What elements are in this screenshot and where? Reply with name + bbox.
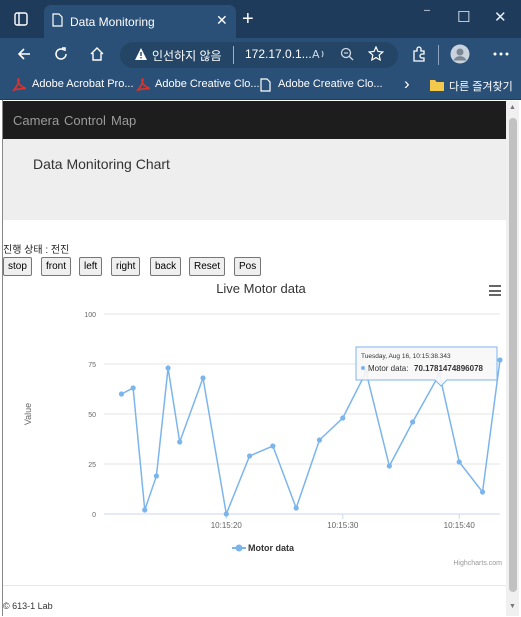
x-tick-label: 10:15:40 [444, 521, 476, 530]
stop-button[interactable]: stop [3, 257, 32, 276]
right-button[interactable]: right [111, 257, 141, 276]
y-tick-label: 0 [92, 512, 96, 519]
toolbar-separator [438, 45, 439, 65]
data-point[interactable] [142, 507, 148, 513]
bookmarks-other-folder[interactable]: 다른 즐겨찾기 [449, 78, 513, 94]
new-tab-button[interactable]: + [242, 8, 254, 31]
page-icon [52, 13, 63, 27]
tooltip: Tuesday, Aug 16, 10:15:38.343 Motor data:… [355, 346, 498, 387]
data-point[interactable] [270, 443, 276, 449]
data-point[interactable] [177, 439, 183, 445]
chart-title: Live Motor data [216, 281, 306, 296]
tooltip-date: Tuesday, Aug 16, 10:15:38.343 [361, 353, 451, 360]
pos-button[interactable]: Pos [234, 257, 262, 276]
tab-actions-icon[interactable] [14, 12, 28, 26]
data-point[interactable] [130, 385, 136, 391]
grid-layer: 0 25 50 75 100 10:15:20 10:15:30 10:15:40 [84, 312, 500, 530]
data-point[interactable] [497, 357, 503, 363]
status-text: 진행 상태 : 전진 [3, 245, 70, 256]
chart-menu-icon[interactable] [489, 285, 501, 296]
front-button[interactable]: front [41, 257, 72, 276]
tooltip-marker [361, 366, 365, 370]
scroll-up-arrow[interactable]: ▲ [509, 104, 516, 111]
zoom-icon[interactable] [340, 47, 354, 61]
tab-title: Data Monitoring [70, 15, 155, 29]
data-point[interactable] [456, 459, 462, 465]
read-aloud-icon[interactable]: A [312, 47, 326, 61]
data-point[interactable] [386, 463, 392, 469]
left-button[interactable]: left [79, 257, 103, 276]
url-text[interactable]: 172.17.0.1... [245, 47, 312, 61]
data-point[interactable] [293, 505, 299, 511]
reset-button[interactable]: Reset [189, 257, 226, 276]
data-point[interactable] [223, 511, 229, 517]
tooltip-box [355, 346, 498, 387]
tooltip-value: 70.1781474896078 [414, 364, 484, 373]
y-axis-label: Value [23, 403, 33, 425]
legend-marker [235, 544, 243, 552]
settings-more-icon[interactable] [493, 52, 509, 56]
svg-text:A: A [312, 48, 320, 61]
favorites-add-icon[interactable] [368, 46, 384, 62]
data-point[interactable] [363, 369, 369, 375]
footer-text: © 613-1 Lab [3, 601, 53, 611]
tooltip-series-label: Motor data: [368, 364, 408, 373]
data-point[interactable] [316, 437, 323, 443]
minimize-button[interactable]: ⁻ [423, 4, 431, 22]
security-label[interactable]: 인선하지 않음 [152, 47, 222, 64]
nav-map[interactable]: Map [111, 113, 136, 128]
back-icon[interactable] [16, 46, 32, 62]
page-icon [260, 78, 271, 92]
page-title: Data Monitoring Chart [33, 156, 170, 172]
data-point[interactable] [246, 453, 253, 459]
data-point[interactable] [479, 489, 486, 495]
data-point[interactable] [410, 419, 416, 425]
warning-icon[interactable] [134, 47, 148, 61]
bookmarks-overflow-chevron[interactable]: › [404, 74, 410, 94]
scroll-down-arrow[interactable]: ▼ [509, 603, 516, 610]
back-button[interactable]: back [150, 257, 182, 276]
refresh-icon[interactable] [53, 46, 69, 62]
y-tick-label: 100 [84, 312, 96, 319]
x-tick-label: 10:15:20 [211, 521, 243, 530]
y-tick-label: 50 [88, 412, 96, 419]
bookmark-creative-cloud-2[interactable]: Adobe Creative Clo... [278, 78, 383, 90]
close-window-button[interactable]: ✕ [494, 8, 507, 26]
data-point[interactable] [118, 391, 125, 397]
home-icon[interactable] [89, 46, 105, 62]
series-line [121, 359, 501, 517]
y-tick-label: 25 [88, 462, 96, 469]
data-point[interactable] [340, 415, 346, 421]
folder-icon [430, 79, 444, 91]
series-layer [118, 357, 503, 517]
footer-divider [3, 585, 506, 586]
maximize-button[interactable]: ☐ [457, 8, 470, 26]
data-point[interactable] [153, 473, 160, 479]
x-tick-label: 10:15:30 [327, 521, 359, 530]
acrobat-icon [12, 78, 26, 92]
chart-legend[interactable]: Motor data [232, 543, 295, 553]
nav-camera[interactable]: Camera [13, 113, 59, 128]
bookmark-acrobat[interactable]: Adobe Acrobat Pro... [32, 78, 134, 90]
chart-credits[interactable]: Highcharts.com [453, 560, 502, 567]
close-tab-icon[interactable]: ✕ [216, 12, 228, 29]
legend-label: Motor data [248, 543, 295, 553]
header-panel [3, 139, 506, 220]
bookmark-creative-cloud-1[interactable]: Adobe Creative Clo... [155, 78, 260, 90]
acrobat-icon [136, 78, 150, 92]
data-point[interactable] [436, 371, 443, 377]
data-point[interactable] [165, 365, 171, 371]
nav-control[interactable]: Control [64, 113, 106, 128]
extensions-icon[interactable] [411, 46, 427, 62]
profile-icon[interactable] [450, 44, 470, 64]
data-point[interactable] [200, 375, 206, 381]
scrollbar-thumb[interactable] [509, 118, 517, 592]
url-separator [233, 46, 234, 64]
y-tick-label: 75 [88, 362, 96, 369]
